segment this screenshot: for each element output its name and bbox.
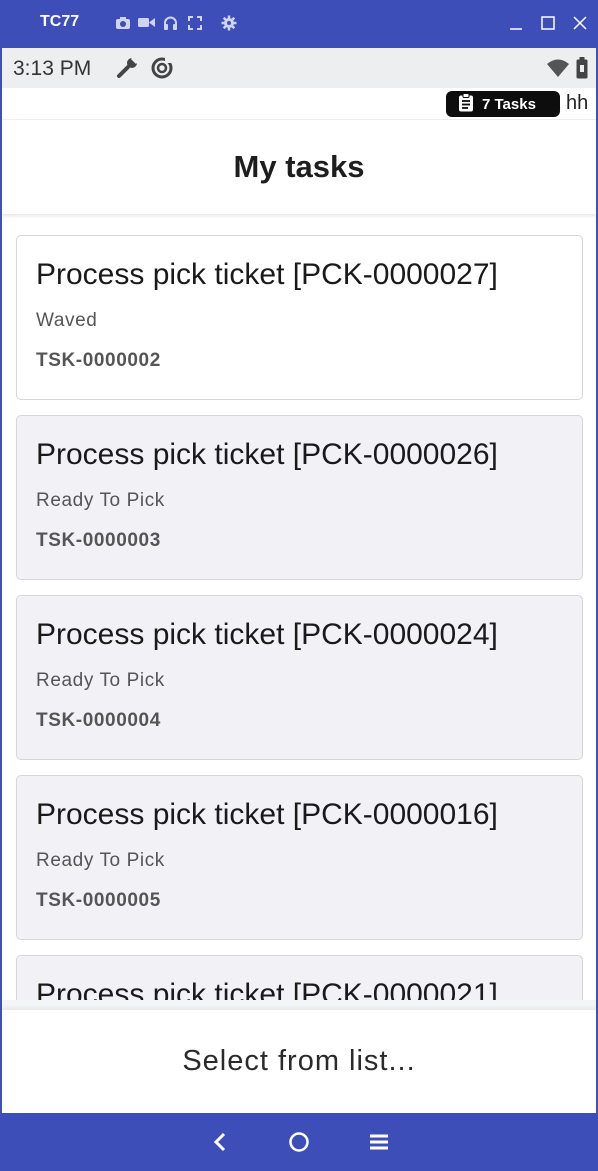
task-card[interactable]: Process pick ticket [PCK-0000016] Ready … (16, 775, 583, 940)
emulator-title-bar: TC77 (0, 0, 598, 48)
task-status: Waved (36, 310, 98, 331)
task-card[interactable]: Process pick ticket [PCK-0000026] Ready … (16, 415, 583, 580)
gear-icon[interactable] (220, 14, 237, 31)
task-title: Process pick ticket [PCK-0000021] (36, 978, 498, 1000)
video-icon[interactable] (138, 14, 155, 31)
device-screen: 3:13 PM 7 Tasks hh My tasks Process pick… (2, 48, 596, 1113)
task-title: Process pick ticket [PCK-0000026] (36, 438, 498, 471)
task-status: Ready To Pick (36, 490, 165, 511)
task-id: TSK-0000002 (36, 350, 161, 371)
wifi-icon (546, 58, 570, 83)
footer: Select from list... (2, 1010, 596, 1113)
wrench-icon (116, 56, 140, 85)
task-card[interactable]: Process pick ticket [PCK-0000027] Waved … (16, 235, 583, 400)
footer-divider (2, 1000, 596, 1010)
task-title: Process pick ticket [PCK-0000016] (36, 798, 498, 831)
task-id: TSK-0000005 (36, 890, 161, 911)
status-icons-left (116, 56, 174, 85)
minimize-icon[interactable] (506, 12, 526, 34)
navigation-bar (0, 1113, 598, 1171)
tasks-badge[interactable]: 7 Tasks (446, 91, 560, 117)
page-header: My tasks (2, 121, 596, 214)
emulator-title: TC77 (40, 13, 80, 30)
emulator-toolbar (114, 14, 237, 31)
home-icon[interactable] (284, 1127, 314, 1157)
headphones-icon[interactable] (162, 14, 179, 31)
task-title: Process pick ticket [PCK-0000024] (36, 618, 498, 651)
user-initials[interactable]: hh (566, 92, 588, 115)
app-top-strip: 7 Tasks hh (2, 88, 596, 120)
menu-icon[interactable] (364, 1127, 394, 1157)
tasks-badge-label: 7 Tasks (482, 95, 536, 113)
task-list[interactable]: Process pick ticket [PCK-0000027] Waved … (2, 214, 596, 1000)
task-status: Ready To Pick (36, 670, 165, 691)
task-id: TSK-0000004 (36, 710, 161, 731)
clipboard-icon (458, 92, 474, 116)
status-bar: 3:13 PM (2, 48, 596, 88)
camera-icon[interactable] (114, 14, 131, 31)
task-id: TSK-0000003 (36, 530, 161, 551)
status-time: 3:13 PM (13, 57, 92, 80)
select-from-list-button[interactable]: Select from list... (2, 1010, 596, 1113)
battery-icon (576, 57, 588, 84)
task-card[interactable]: Process pick ticket [PCK-0000021] (16, 955, 583, 1000)
back-icon[interactable] (205, 1127, 235, 1157)
maximize-icon[interactable] (538, 12, 558, 34)
task-card[interactable]: Process pick ticket [PCK-0000024] Ready … (16, 595, 583, 760)
sync-icon (150, 56, 174, 85)
task-title: Process pick ticket [PCK-0000027] (36, 258, 498, 291)
window-controls (506, 12, 590, 34)
task-status: Ready To Pick (36, 850, 165, 871)
status-icons-right (546, 57, 588, 84)
page-title: My tasks (233, 149, 365, 184)
close-icon[interactable] (570, 12, 590, 34)
fullscreen-icon[interactable] (186, 14, 203, 31)
